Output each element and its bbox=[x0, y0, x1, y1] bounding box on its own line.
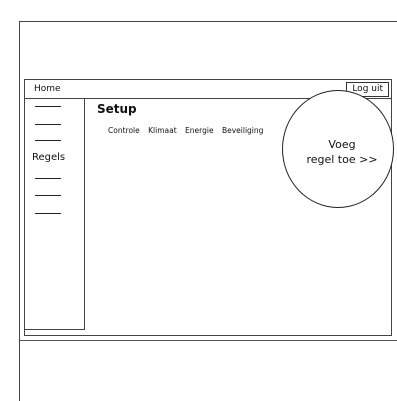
home-link[interactable]: Home bbox=[34, 83, 61, 95]
wireframe-canvas: Home Log uit Regels Setup Controle Klima… bbox=[0, 0, 397, 401]
sidebar-item-1[interactable] bbox=[35, 106, 61, 107]
tab-beveiliging[interactable]: Beveiliging bbox=[222, 126, 263, 136]
sidebar-item-6[interactable] bbox=[35, 213, 61, 214]
sidebar-item-4[interactable] bbox=[35, 178, 61, 179]
tab-controle[interactable]: Controle bbox=[108, 126, 140, 136]
sidebar-item-regels[interactable]: Regels bbox=[32, 152, 65, 164]
add-rule-line-1: Voeg bbox=[328, 138, 356, 151]
setup-tabs: Controle Klimaat Energie Beveiliging bbox=[108, 126, 269, 136]
sidebar: Regels bbox=[25, 99, 85, 330]
sidebar-item-3[interactable] bbox=[35, 140, 61, 141]
sidebar-item-5[interactable] bbox=[35, 195, 61, 196]
tab-klimaat[interactable]: Klimaat bbox=[148, 126, 177, 136]
add-rule-button[interactable]: Voeg regel toe >> bbox=[293, 137, 391, 167]
sidebar-item-2[interactable] bbox=[35, 124, 61, 125]
page-title: Setup bbox=[97, 102, 137, 116]
divider-rule bbox=[19, 340, 397, 341]
tab-energie[interactable]: Energie bbox=[185, 126, 214, 136]
add-rule-line-2: regel toe >> bbox=[306, 153, 378, 166]
